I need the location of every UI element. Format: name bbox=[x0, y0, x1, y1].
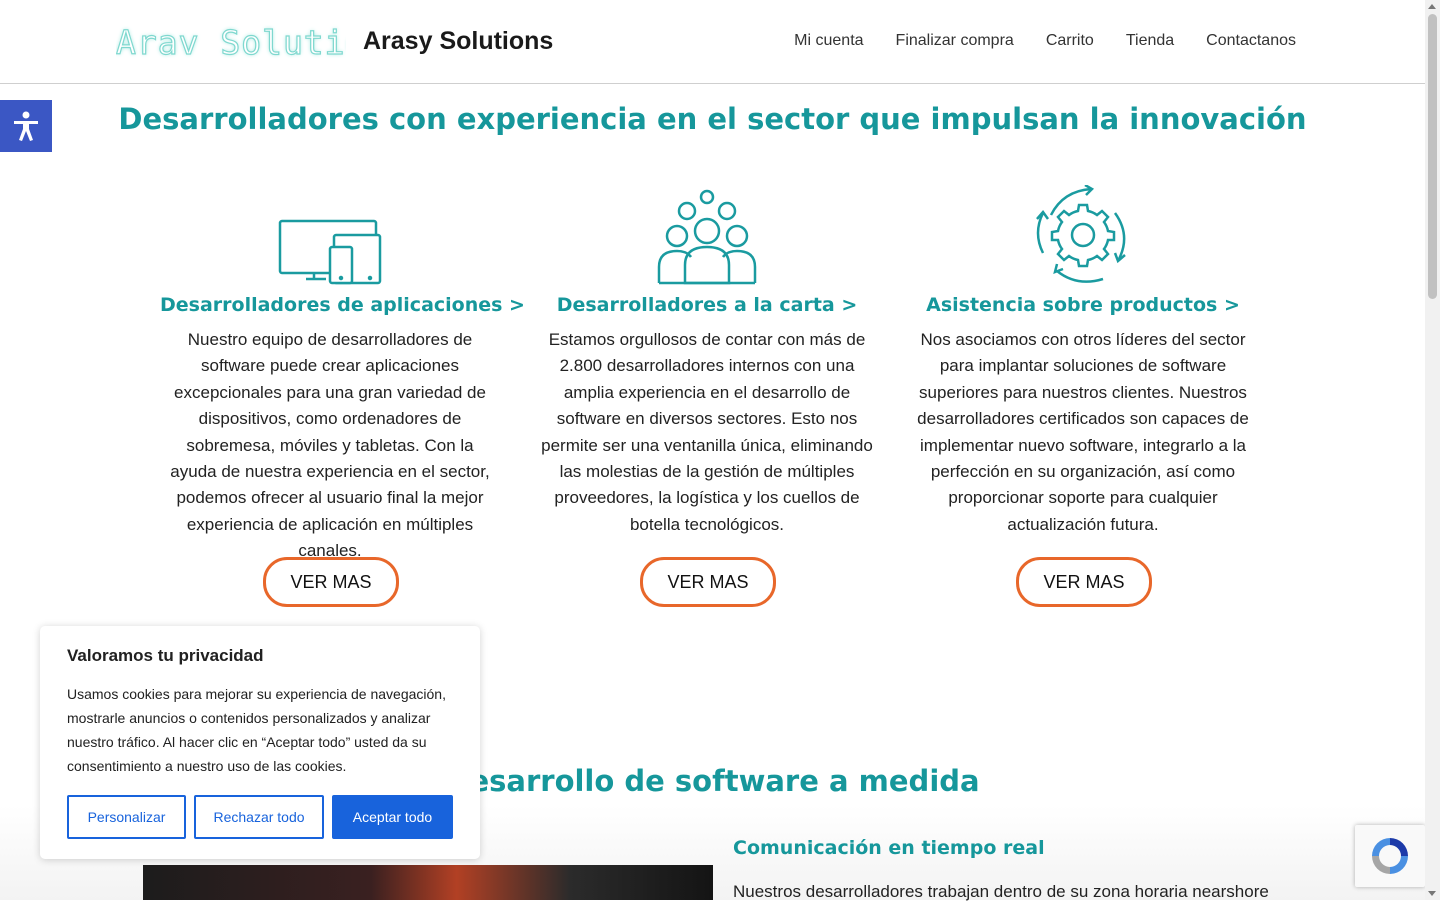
nav-contactanos[interactable]: Contactanos bbox=[1206, 31, 1296, 51]
ver-mas-button-apps[interactable]: VER MAS bbox=[263, 557, 399, 607]
scroll-down-arrow-icon[interactable] bbox=[1428, 891, 1436, 896]
service-column-asistencia: Asistencia sobre productos > Nos asociam… bbox=[913, 185, 1253, 538]
service-text-asistencia: Nos asociamos con otros líderes del sect… bbox=[917, 330, 1249, 534]
nav-finalizar-compra[interactable]: Finalizar compra bbox=[896, 31, 1014, 51]
site-header: Arav Solutions Arasy Solutions Mi cuenta… bbox=[0, 0, 1425, 84]
vertical-scrollbar[interactable] bbox=[1425, 0, 1440, 900]
ver-mas-button-carta[interactable]: VER MAS bbox=[640, 557, 776, 607]
nav-carrito[interactable]: Carrito bbox=[1046, 31, 1094, 51]
service-column-apps: Desarrolladores de aplicaciones > Nuestr… bbox=[160, 185, 525, 565]
customize-button[interactable]: Personalizar bbox=[67, 795, 186, 839]
team-icon bbox=[657, 189, 757, 285]
service-text-carta: Estamos orgullosos de contar con más de … bbox=[541, 330, 873, 534]
scroll-thumb[interactable] bbox=[1428, 14, 1437, 299]
scroll-up-arrow-icon[interactable] bbox=[1428, 4, 1436, 9]
service-text-apps: Nuestro equipo de desarrolladores de sof… bbox=[170, 330, 490, 561]
recaptcha-icon bbox=[1372, 838, 1408, 874]
cookie-title: Valoramos tu privacidad bbox=[67, 646, 264, 665]
gear-cycle-icon bbox=[1036, 185, 1126, 283]
ver-mas-button-asistencia[interactable]: VER MAS bbox=[1016, 557, 1152, 607]
reject-all-button[interactable]: Rechazar todo bbox=[194, 795, 324, 839]
site-logo[interactable]: Arav Solutions bbox=[116, 22, 346, 64]
nav-mi-cuenta[interactable]: Mi cuenta bbox=[794, 31, 863, 51]
service-heading-asistencia[interactable]: Asistencia sobre productos > bbox=[913, 293, 1253, 317]
nav-tienda[interactable]: Tienda bbox=[1126, 31, 1174, 51]
services-title: Desarrolladores con experiencia en el se… bbox=[118, 102, 1307, 136]
realtime-communication-title: Comunicación en tiempo real bbox=[733, 837, 1045, 859]
cookie-text: Usamos cookies para mejorar su experienc… bbox=[67, 686, 446, 774]
accept-all-button[interactable]: Aceptar todo bbox=[332, 795, 453, 839]
video-thumbnail[interactable] bbox=[143, 865, 713, 900]
service-heading-apps[interactable]: Desarrolladores de aplicaciones > bbox=[160, 293, 525, 317]
service-column-carta: Desarrolladores a la carta > Estamos org… bbox=[537, 185, 877, 538]
site-title[interactable]: Arasy Solutions bbox=[363, 26, 553, 56]
service-heading-carta[interactable]: Desarrolladores a la carta > bbox=[537, 293, 877, 317]
main-nav: Mi cuenta Finalizar compra Carrito Tiend… bbox=[794, 31, 1296, 51]
cookie-banner: Valoramos tu privacidad Usamos cookies p… bbox=[40, 626, 480, 859]
devices-icon bbox=[278, 219, 382, 285]
recaptcha-badge[interactable] bbox=[1355, 825, 1425, 887]
realtime-communication-text: Nuestros desarrolladores trabajan dentro… bbox=[733, 882, 1269, 901]
